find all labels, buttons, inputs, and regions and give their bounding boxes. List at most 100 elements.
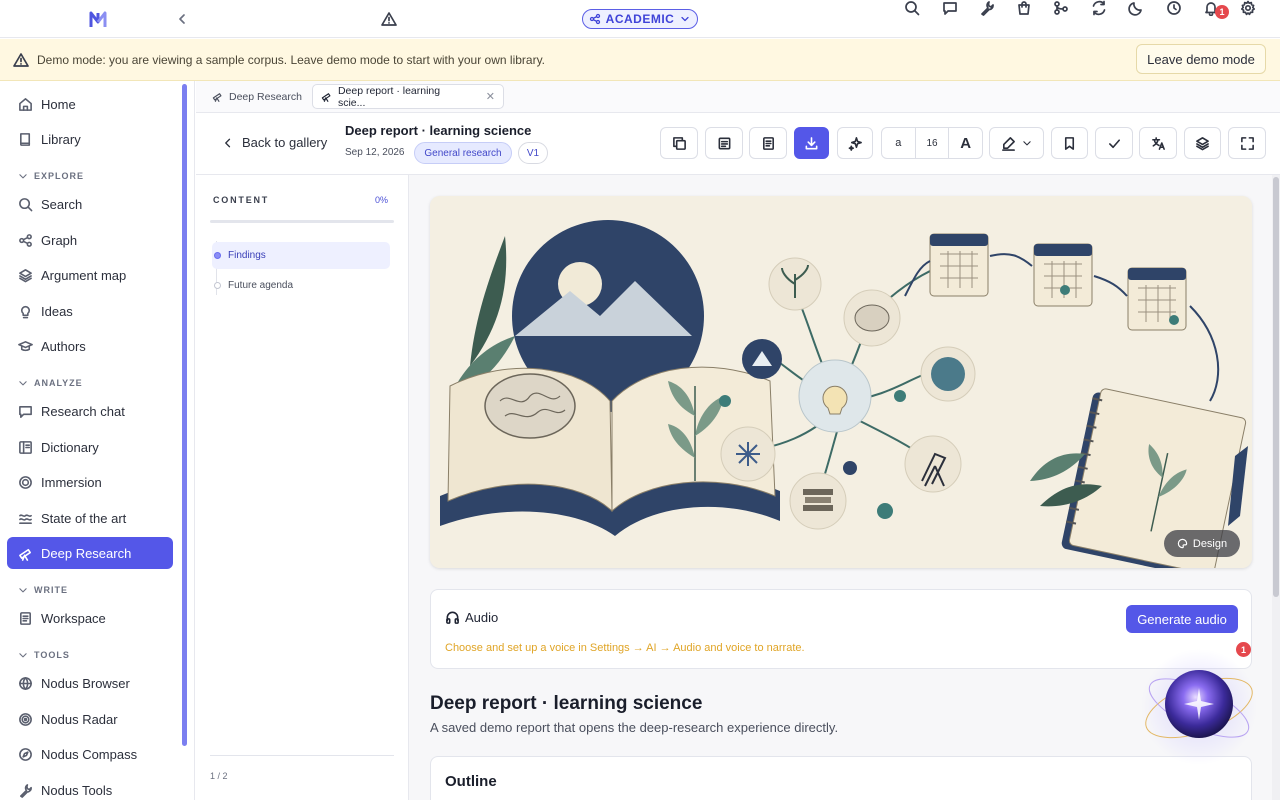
app-logo-icon[interactable]: [88, 10, 108, 30]
layers-icon: [1196, 136, 1209, 150]
sidebar-section-analyze[interactable]: ANALYZE: [18, 378, 83, 388]
notification-count-badge: 1: [1215, 5, 1229, 19]
sidebar-item-authors[interactable]: Authors: [7, 330, 173, 362]
layers-button[interactable]: [1184, 127, 1221, 159]
generate-audio-button[interactable]: Generate audio: [1126, 605, 1238, 633]
sidebar-section-write[interactable]: WRITE: [18, 585, 68, 595]
design-button[interactable]: Design: [1164, 530, 1240, 557]
sidebar: Home Library EXPLORE Search Graph Argume…: [0, 81, 195, 800]
collapse-sidebar-chevron-icon[interactable]: [174, 11, 190, 27]
demo-mode-banner: Demo mode: you are viewing a sample corp…: [0, 39, 1280, 81]
dark-mode-moon-icon[interactable]: [1128, 0, 1144, 16]
warning-icon[interactable]: [381, 11, 397, 27]
bookmark-button[interactable]: [1051, 127, 1088, 159]
document-view-button[interactable]: [749, 127, 787, 159]
outline-item-findings[interactable]: Findings: [212, 242, 390, 269]
outline-item-future-agenda[interactable]: Future agenda: [212, 272, 390, 299]
history-clock-icon[interactable]: [1166, 0, 1182, 16]
sidebar-item-argument-map[interactable]: Argument map: [7, 259, 173, 291]
report-hero-illustration: Design: [430, 196, 1252, 568]
sidebar-section-explore[interactable]: EXPLORE: [18, 171, 84, 181]
sidebar-item-state-of-the-art[interactable]: State of the art: [7, 502, 173, 534]
decrease-font-button[interactable]: a: [882, 128, 916, 158]
content-scrollbar[interactable]: [1272, 175, 1280, 800]
wrench-icon: [20, 783, 32, 798]
close-tab-icon[interactable]: ✕: [486, 90, 495, 103]
chevron-down-icon: [19, 381, 27, 386]
copy-button[interactable]: [660, 127, 698, 159]
demo-mode-message: Demo mode: you are viewing a sample corp…: [37, 53, 546, 67]
sidebar-item-library[interactable]: Library: [7, 123, 173, 155]
font-size-value: 16: [916, 128, 950, 158]
mode-label: ACADEMIC: [605, 12, 675, 26]
layers-icon: [19, 268, 32, 282]
chat-icon[interactable]: [942, 0, 958, 16]
wrench-icon[interactable]: [979, 0, 995, 16]
radar-icon: [19, 712, 32, 726]
sidebar-item-graph[interactable]: Graph: [7, 224, 173, 256]
reading-progress-value: 0%: [375, 195, 389, 205]
back-to-gallery-button[interactable]: Back to gallery: [222, 135, 327, 150]
increase-font-button[interactable]: A: [949, 128, 982, 158]
sidebar-item-nodus-radar[interactable]: Nodus Radar: [7, 703, 173, 735]
sidebar-item-immersion[interactable]: Immersion: [7, 466, 173, 498]
outline-section: Outline: [430, 756, 1252, 800]
document-icon: [762, 136, 774, 150]
version-badge[interactable]: V1: [518, 142, 548, 164]
outline-pager: 1 / 2: [210, 771, 228, 781]
top-bar: ACADEMIC 1: [0, 0, 1280, 38]
report-date: Sep 12, 2026: [345, 147, 405, 158]
audio-card-title: Audio: [445, 610, 498, 625]
mode-selector[interactable]: ACADEMIC: [582, 9, 698, 29]
outline-dot: [214, 252, 221, 259]
target-icon: [19, 475, 32, 489]
sidebar-section-tools[interactable]: TOOLS: [18, 650, 70, 660]
download-button[interactable]: [794, 127, 829, 159]
leave-demo-mode-button[interactable]: Leave demo mode: [1136, 44, 1266, 74]
sidebar-scrollbar[interactable]: [182, 84, 187, 746]
git-merge-icon[interactable]: [1053, 0, 1069, 16]
ai-enhance-button[interactable]: [837, 127, 873, 159]
hero-illustration-image: [430, 196, 1252, 568]
telescope-icon: [321, 93, 331, 102]
shopping-bag-icon[interactable]: [1016, 0, 1032, 16]
sidebar-item-research-chat[interactable]: Research chat: [7, 395, 173, 427]
sidebar-item-search[interactable]: Search: [7, 188, 173, 220]
refresh-icon[interactable]: [1091, 0, 1107, 16]
outline-dot: [214, 282, 221, 289]
check-icon: [1108, 138, 1120, 148]
sidebar-item-nodus-compass[interactable]: Nodus Compass: [7, 738, 173, 770]
assistant-orb-icon[interactable]: [1140, 648, 1258, 766]
chevron-down-icon: [19, 174, 27, 179]
bookmark-icon: [1064, 136, 1075, 150]
audio-setup-hint[interactable]: Choose and set up a voice in Settings → …: [445, 642, 805, 654]
audio-card: Audio Choose and set up a voice in Setti…: [430, 589, 1252, 669]
sidebar-item-nodus-browser[interactable]: Nodus Browser: [7, 667, 173, 699]
search-icon[interactable]: [904, 0, 920, 16]
report-description: A saved demo report that opens the deep-…: [430, 720, 839, 735]
translate-button[interactable]: [1139, 127, 1177, 159]
category-badge[interactable]: General research: [414, 142, 512, 164]
tab-deep-report[interactable]: Deep report · learning scie... ✕: [312, 84, 504, 109]
search-icon: [19, 197, 33, 211]
sidebar-item-dictionary[interactable]: Dictionary: [7, 431, 173, 463]
sidebar-item-nodus-tools[interactable]: Nodus Tools: [7, 774, 173, 800]
sidebar-item-home[interactable]: Home: [7, 88, 173, 120]
lightbulb-icon: [20, 305, 31, 318]
warning-icon: [13, 53, 29, 67]
fullscreen-button[interactable]: [1228, 127, 1266, 159]
sidebar-item-ideas[interactable]: Ideas: [7, 295, 173, 327]
mark-done-button[interactable]: [1095, 127, 1133, 159]
sidebar-item-workspace[interactable]: Workspace: [7, 602, 173, 634]
content-outline-panel: CONTENT 0% Findings Future agenda 1 / 2: [196, 175, 409, 800]
graduation-cap-icon: [18, 340, 33, 351]
highlight-dropdown-button[interactable]: [989, 127, 1044, 159]
telescope-icon: [19, 548, 31, 561]
summary-view-button[interactable]: [705, 127, 743, 159]
chat-icon: [19, 405, 32, 418]
content-scrollbar-thumb[interactable]: [1273, 177, 1279, 597]
sidebar-item-deep-research[interactable]: Deep Research: [7, 537, 173, 569]
settings-gear-icon[interactable]: [1240, 0, 1256, 16]
chevron-down-icon: [1023, 141, 1031, 146]
tab-deep-research[interactable]: Deep Research: [204, 84, 310, 109]
